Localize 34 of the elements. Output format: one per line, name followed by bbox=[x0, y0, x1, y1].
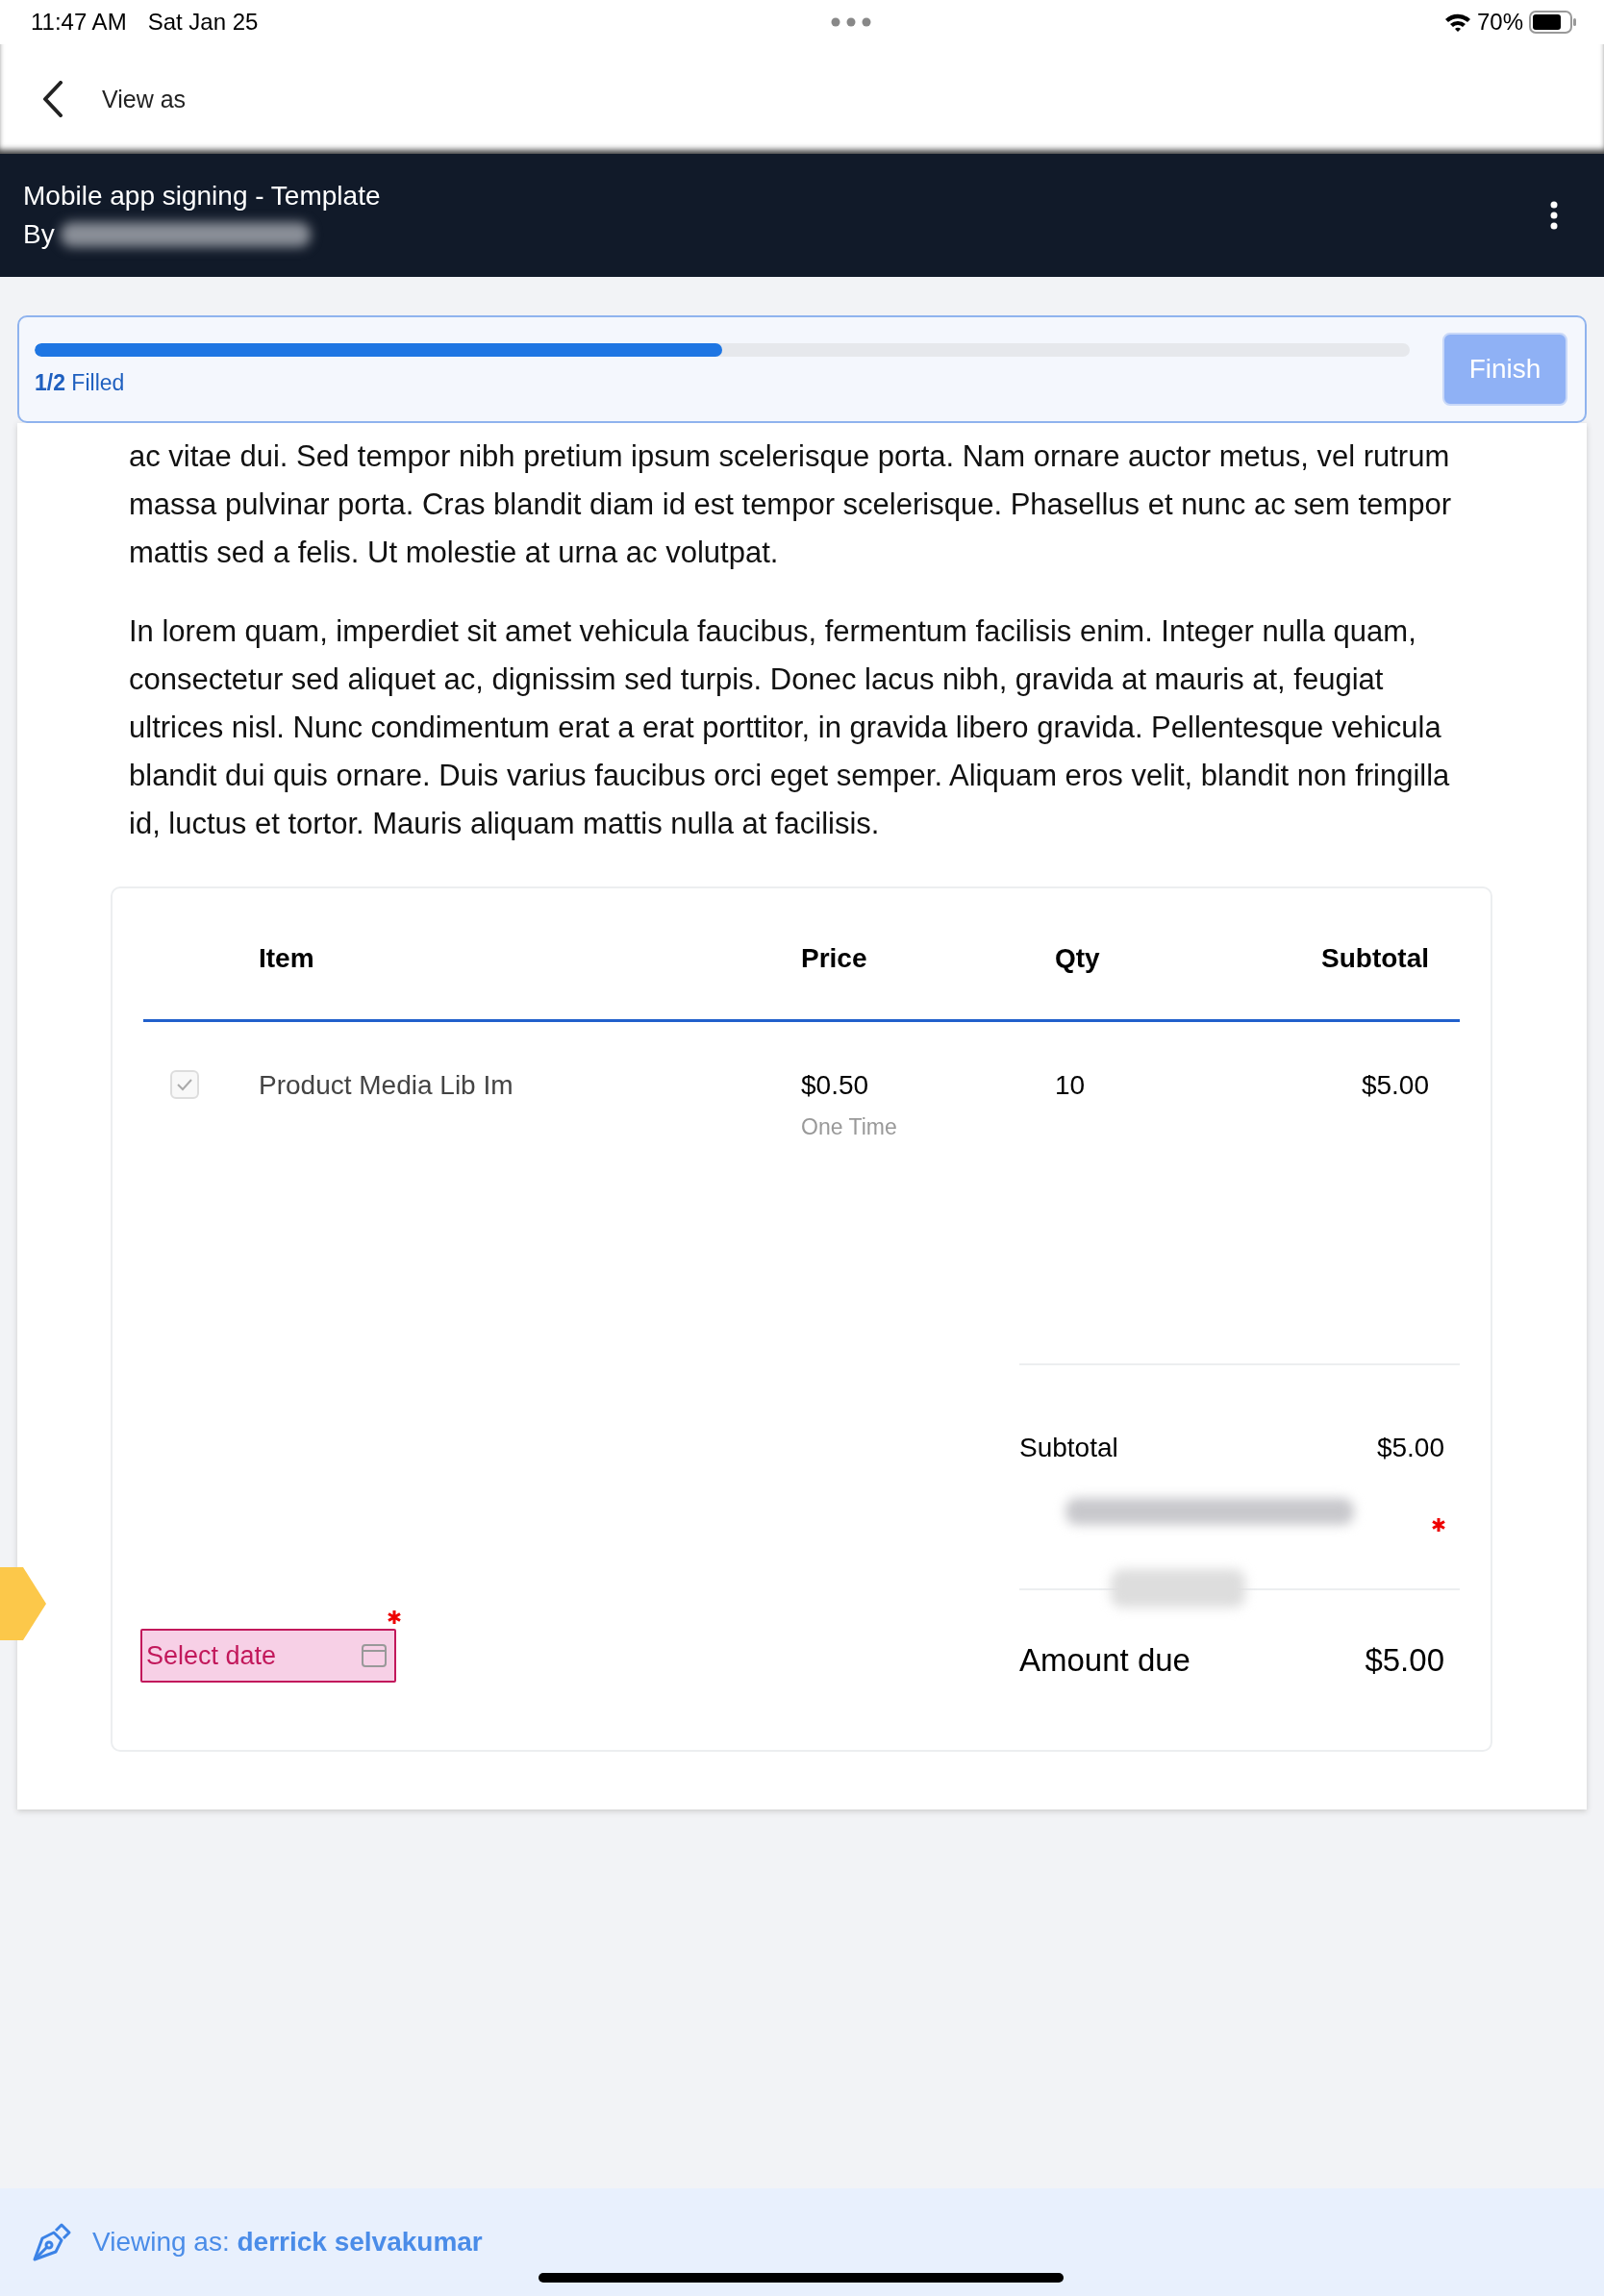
column-header: Price bbox=[801, 943, 868, 974]
amount-due-label: Amount due bbox=[1019, 1642, 1190, 1679]
check-icon bbox=[175, 1077, 194, 1092]
price-note: One Time bbox=[801, 1114, 898, 1140]
column-header: Qty bbox=[1055, 943, 1101, 974]
date-field[interactable]: Select date bbox=[140, 1629, 396, 1683]
column-header: Subtotal bbox=[1320, 943, 1430, 974]
battery-percent: 70% bbox=[1476, 9, 1523, 36]
calendar-icon bbox=[362, 1644, 387, 1667]
more-icon bbox=[831, 17, 872, 27]
back-icon[interactable] bbox=[42, 81, 63, 117]
table-cell-text: Product Media Lib Im bbox=[259, 1070, 514, 1101]
author-label: By bbox=[23, 219, 55, 250]
status-time: 11:47 AM bbox=[31, 9, 127, 36]
subtotal-value: $5.00 bbox=[1376, 1433, 1444, 1463]
pen-nib-icon bbox=[31, 2221, 73, 2263]
document-title: Mobile app signing - Template bbox=[23, 181, 381, 212]
battery-icon bbox=[1529, 11, 1577, 34]
subtotal-label: Subtotal bbox=[1019, 1433, 1118, 1463]
column-header: Item bbox=[259, 943, 315, 974]
viewing-as-text: Viewing as: derrick selvakumar bbox=[92, 2227, 483, 2258]
table-cell-text: $5.00 bbox=[1360, 1070, 1430, 1101]
status-date: Sat Jan 25 bbox=[147, 9, 259, 36]
field-marker-icon bbox=[0, 1567, 46, 1640]
nav-title: View as bbox=[102, 85, 187, 113]
table-cell-text: 10 bbox=[1055, 1070, 1087, 1101]
body-paragraph: In lorem quam, imperdiet sit amet vehicula faucibus, fermentum facilisis enim. Integer nulla quam, consectetur sed aliquet ac, dignissim sed turpis. Donec lacus nibh, gravida at mauris at, feugiat ultrices nisl. Nunc condimentum erat a erat porttitor, in gravida libero gravida. Pellentesque vehicula blandit dui quis ornare. Duis varius faucibus orci eget semper. Aliquam eros velit, blandit non fringilla id, luctus et tortor. Mauris aliquam mattis nulla at facilisis. bbox=[129, 613, 1451, 842]
body-paragraph: ac vitae dui. Sed tempor nibh pretium ipsum scelerisque porta. Nam ornare auctor metus, vel rutrum massa pulvinar porta. Cras blandit diam id est tempor scelerisque. Phasellus et nunc ac sem tempor mattis sed a felis. Ut molestie at urna ac volutpat. bbox=[129, 438, 1452, 571]
row-checkbox[interactable] bbox=[170, 1070, 199, 1099]
amount-due-value: $5.00 bbox=[1365, 1642, 1444, 1679]
more-menu-icon[interactable] bbox=[1550, 201, 1558, 230]
table-cell-text: $0.50 bbox=[801, 1070, 870, 1101]
progress-label: 1/2 Filled bbox=[35, 369, 126, 396]
wifi-icon bbox=[1443, 12, 1471, 33]
